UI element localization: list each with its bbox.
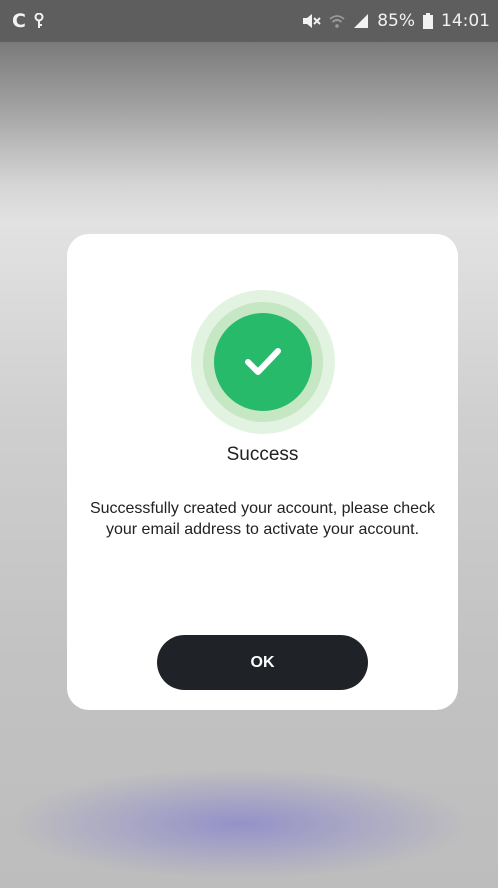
dialog-title: Success — [226, 444, 299, 465]
clock: 14:01 — [441, 11, 490, 31]
status-left: C — [12, 10, 44, 32]
silent-icon — [303, 14, 321, 28]
battery-icon — [423, 13, 433, 29]
key-icon — [34, 13, 44, 28]
battery-percent: 85% — [377, 11, 415, 31]
success-dialog: Success Successfully created your accoun… — [67, 234, 458, 710]
ok-button[interactable]: OK — [157, 635, 368, 690]
status-right: 85% 14:01 — [301, 11, 490, 31]
status-bar: C 85% 14:01 — [0, 0, 498, 42]
wifi-icon — [329, 15, 345, 28]
check-icon — [214, 313, 312, 411]
dialog-message: Successfully created your account, pleas… — [89, 500, 436, 538]
c-icon: C — [12, 10, 26, 32]
signal-icon — [354, 14, 369, 28]
